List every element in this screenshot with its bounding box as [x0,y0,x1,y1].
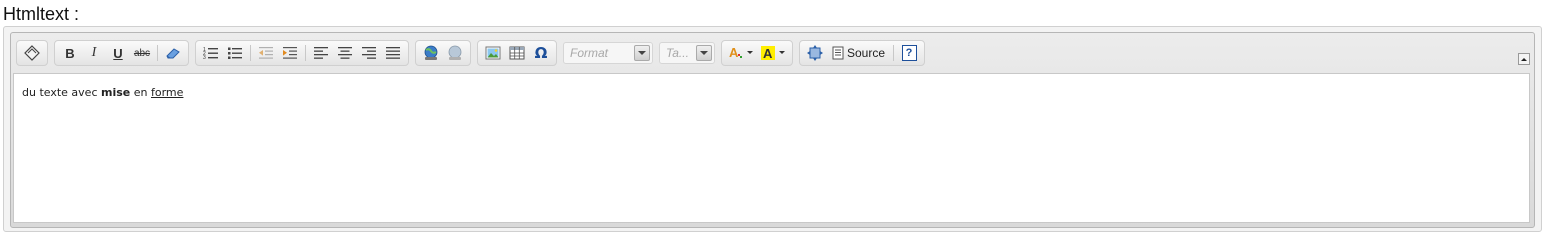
bold-icon: B [65,45,75,61]
font-size-dropdown-value: Ta... [666,46,689,60]
toolbar-group-links [415,40,471,66]
align-right-icon [362,47,376,59]
chevron-down-icon [696,45,712,61]
toolbar-group-paragraph: 1 2 3 [195,40,409,66]
content-text-plain: du texte avec [22,86,98,99]
paste-from-word-button[interactable] [21,42,43,64]
omega-icon: Ω [534,44,548,62]
field-label: Htmltext : [3,4,80,24]
background-color-button[interactable]: A [758,42,788,64]
justify-button[interactable] [382,42,404,64]
underline-icon: U [113,45,123,61]
strikethrough-icon: abc [133,47,151,59]
collapse-toolbar-button[interactable] [1518,53,1530,65]
align-left-icon [314,47,328,59]
numbered-list-button[interactable]: 1 2 3 [200,42,222,64]
rich-text-editor: B I U abc 1 2 3 Ω Format Ta... A A Sourc… [3,26,1542,232]
svg-text:3: 3 [203,55,206,60]
indent-icon [283,47,297,59]
bulleted-list-button[interactable] [224,42,246,64]
toolbar-separator [305,45,306,61]
source-document-icon [832,46,844,60]
toolbar-separator [250,45,251,61]
table-icon [509,46,525,60]
increase-indent-button[interactable] [279,42,301,64]
strikethrough-button[interactable]: abc [131,42,153,64]
toolbar-group-insert: Ω [477,40,557,66]
content-text-bold: mise [101,86,131,99]
link-button[interactable] [420,42,442,64]
link-globe-icon [424,45,438,60]
toolbar-group-colors: A A [721,40,793,66]
svg-text:A: A [729,46,739,60]
font-size-dropdown[interactable]: Ta... [659,42,715,64]
unlink-globe-icon [448,45,462,60]
toolbar-group-basic-styles: B I U abc [54,40,189,66]
editor-content-area[interactable]: du texte avec mise en forme [13,73,1530,223]
align-center-button[interactable] [334,42,356,64]
align-right-button[interactable] [358,42,380,64]
justify-icon [386,47,400,59]
toolbar-group-clipboard [16,40,48,66]
text-color-button[interactable]: A [726,42,756,64]
special-char-button[interactable]: Ω [530,42,552,64]
chevron-down-icon [634,45,650,61]
italic-icon: I [91,45,97,60]
maximize-icon [807,45,823,61]
remove-format-button[interactable] [162,42,184,64]
svg-text:A: A [763,46,773,61]
editor-toolbar: B I U abc 1 2 3 Ω Format Ta... A A Sourc… [16,38,1514,68]
help-icon: ? [901,45,917,61]
numbered-list-icon: 1 2 3 [203,47,218,60]
underline-button[interactable]: U [107,42,129,64]
eraser-icon [166,48,180,59]
bold-button[interactable]: B [59,42,81,64]
toolbar-separator [893,45,895,61]
decrease-indent-button[interactable] [255,42,277,64]
italic-button[interactable]: I [83,42,105,64]
eraser-diamond-icon [24,45,40,61]
bulleted-list-icon [228,47,242,59]
format-dropdown-value: Format [570,46,609,60]
editor-frame: B I U abc 1 2 3 Ω Format Ta... A A Sourc… [10,32,1535,228]
unlink-button[interactable] [444,42,466,64]
content-text-plain-2: en [133,86,148,99]
source-button-label: Source [847,46,886,60]
image-button[interactable] [482,42,504,64]
source-button[interactable]: Source [828,42,889,64]
help-button[interactable]: ? [898,42,920,64]
toolbar-group-tools: Source ? [799,40,926,66]
outdent-icon [259,47,273,59]
maximize-button[interactable] [804,42,826,64]
align-center-icon [338,47,352,59]
align-left-button[interactable] [310,42,332,64]
table-button[interactable] [506,42,528,64]
format-dropdown[interactable]: Format [563,42,653,64]
image-icon [485,46,501,60]
toolbar-separator [157,45,158,61]
editor-content-text: du texte avec mise en forme [22,86,183,99]
background-color-icon: A [761,46,785,61]
text-color-icon: A [729,46,753,60]
content-text-underlined: forme [151,86,184,99]
